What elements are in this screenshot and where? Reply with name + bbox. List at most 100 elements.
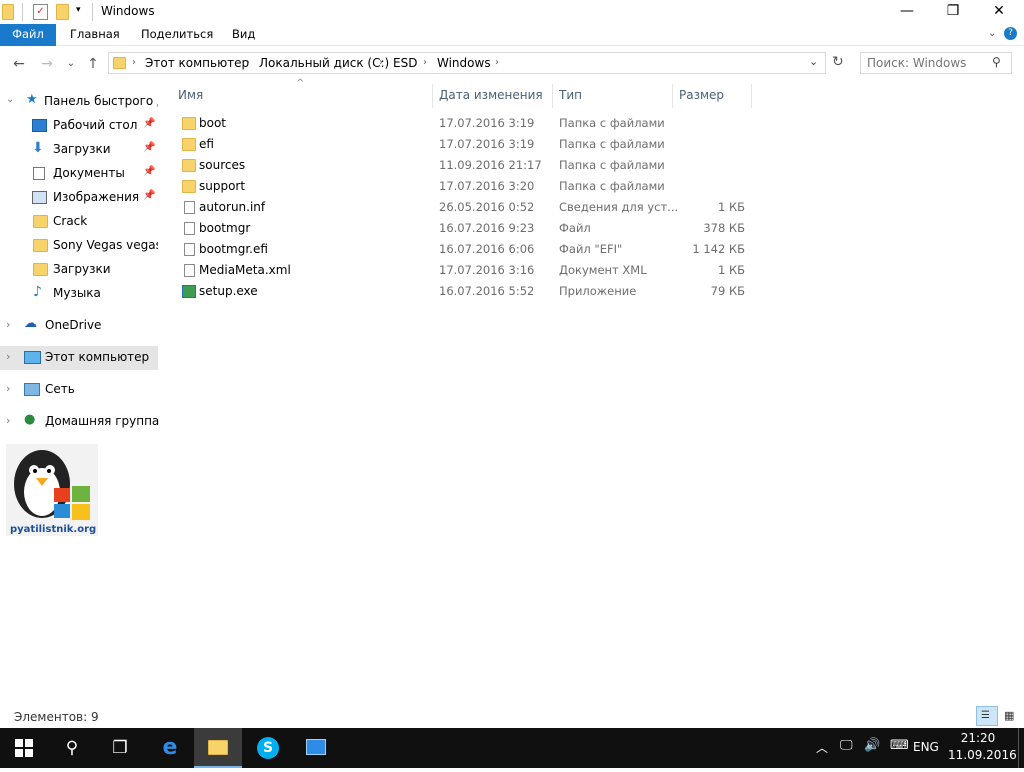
column-header-type[interactable]: Тип (553, 84, 673, 108)
recent-locations-icon[interactable]: ⌄ (62, 55, 80, 73)
customize-quick-access-icon[interactable]: ▾ (76, 5, 81, 15)
file-row[interactable]: boot 17.07.2016 3:19 Папка с файлами (176, 113, 756, 134)
breadcrumb-local-disk[interactable]: Локальный диск (C:) (259, 56, 389, 70)
large-icons-view-icon: ▦ (1004, 709, 1015, 722)
expand-arrow-icon[interactable]: › (6, 318, 10, 331)
file-name: boot (199, 116, 227, 130)
collapse-arrow-icon[interactable]: ⌄ (6, 94, 14, 105)
tab-home[interactable]: Главная (56, 24, 134, 46)
details-view-icon: ☰ (981, 710, 990, 721)
help-icon[interactable]: ? (1004, 27, 1017, 40)
folder-icon (182, 138, 196, 151)
column-header-size[interactable]: Размер (673, 84, 752, 108)
skype-button[interactable]: S (244, 728, 292, 768)
show-hidden-icons-icon[interactable]: ︿ (816, 739, 828, 756)
nav-item-documents[interactable]: Документы 📌 (0, 162, 158, 186)
keyboard-icon[interactable]: ⌨ (890, 738, 909, 753)
nav-item-crack[interactable]: Crack (0, 210, 158, 234)
file-type: Документ XML (559, 263, 647, 277)
task-view-icon: ❐ (112, 738, 128, 758)
breadcrumb-separator[interactable]: › (132, 57, 136, 68)
file-name: efi (199, 137, 214, 151)
start-button[interactable] (0, 728, 48, 768)
tab-file[interactable]: Файл (0, 24, 56, 46)
column-header-date[interactable]: Дата изменения (433, 84, 553, 108)
breadcrumb-separator[interactable]: › (423, 57, 427, 68)
file-row[interactable]: MediaMeta.xml 17.07.2016 3:16 Документ XML… (176, 260, 756, 281)
file-date: 26.05.2016 0:52 (439, 200, 535, 214)
properties-icon[interactable]: ✓ (33, 4, 48, 20)
file-type: Приложение (559, 284, 637, 298)
search-icon[interactable]: ⚲ (992, 55, 1001, 69)
address-history-icon[interactable]: ⌄ (809, 55, 818, 68)
maximize-button[interactable]: ❐ (930, 0, 976, 24)
expand-arrow-icon[interactable]: › (6, 350, 10, 363)
up-button[interactable]: ↑ (84, 55, 102, 73)
breadcrumb-esd[interactable]: ESD (393, 56, 417, 70)
app-icon (306, 739, 326, 755)
back-button[interactable]: ← (10, 55, 28, 73)
nav-item-music[interactable]: ♪ Музыка (0, 282, 158, 306)
search-button[interactable]: ⚲ (48, 728, 96, 768)
file-row[interactable]: support 17.07.2016 3:20 Папка с файлами (176, 176, 756, 197)
clock-date[interactable]: 11.09.2016 (948, 748, 1017, 762)
file-date: 16.07.2016 6:06 (439, 242, 535, 256)
new-folder-icon[interactable] (56, 4, 69, 20)
search-input[interactable] (867, 56, 987, 70)
file-row[interactable]: sources 11.09.2016 21:17 Папка с файлами (176, 155, 756, 176)
nav-label: Музыка (53, 286, 101, 300)
file-row[interactable]: setup.exe 16.07.2016 5:52 Приложение 79 КБ (176, 281, 756, 302)
expand-arrow-icon[interactable]: › (6, 382, 10, 395)
breadcrumb-windows[interactable]: Windows (437, 56, 491, 70)
tab-view[interactable]: Вид (218, 24, 269, 46)
search-box[interactable]: ⚲ (860, 52, 1012, 74)
notification-icon[interactable]: 🖵 (840, 738, 853, 753)
show-desktop-button[interactable] (1018, 728, 1024, 768)
nav-item-downloads-folder[interactable]: Загрузки (0, 258, 158, 282)
nav-item-pictures[interactable]: Изображения 📌 (0, 186, 158, 210)
file-explorer-button[interactable] (194, 728, 242, 768)
network-icon (24, 383, 40, 396)
file-row[interactable]: bootmgr 16.07.2016 9:23 Файл 378 КБ (176, 218, 756, 239)
desktop-icon (32, 119, 47, 132)
breadcrumb-this-pc[interactable]: Этот компьютер (145, 56, 249, 70)
tab-share[interactable]: Поделиться (127, 24, 227, 46)
pictures-icon (32, 191, 47, 204)
refresh-icon[interactable]: ↻ (832, 54, 844, 70)
nav-homegroup[interactable]: › ● Домашняя группа (0, 410, 159, 434)
nav-network[interactable]: › Сеть (0, 378, 158, 402)
edge-button[interactable]: e (146, 728, 194, 768)
watermark-text: pyatilistnik.org (10, 524, 96, 535)
file-type: Папка с файлами (559, 137, 665, 151)
breadcrumb-separator[interactable]: › (246, 57, 250, 68)
minimize-button[interactable]: — (884, 0, 930, 24)
expand-ribbon-icon[interactable]: ⌄ (988, 28, 996, 39)
app-button[interactable] (292, 728, 340, 768)
volume-icon[interactable]: 🔊 (864, 738, 880, 753)
nav-item-downloads[interactable]: ⬇ Загрузки 📌 (0, 138, 158, 162)
window-title: Windows (101, 4, 155, 18)
file-row[interactable]: bootmgr.efi 16.07.2016 6:06 Файл "EFI" 1 14… (176, 239, 756, 260)
file-date: 17.07.2016 3:16 (439, 263, 535, 277)
nav-onedrive[interactable]: › ☁ OneDrive (0, 314, 158, 338)
nav-item-sony-vegas[interactable]: Sony Vegas vegaspr (0, 234, 158, 258)
breadcrumb-separator[interactable]: › (495, 57, 499, 68)
forward-button[interactable]: → (38, 55, 56, 73)
clock-time[interactable]: 21:20 (952, 731, 1004, 745)
task-view-button[interactable]: ❐ (96, 728, 144, 768)
column-header-name[interactable]: Имя (172, 84, 433, 108)
file-row[interactable]: autorun.inf 26.05.2016 0:52 Сведения для у… (176, 197, 756, 218)
breadcrumb-separator[interactable]: › (379, 57, 383, 68)
close-button[interactable]: ✕ (976, 0, 1022, 24)
details-view-button[interactable]: ☰ (976, 706, 998, 726)
language-indicator[interactable]: ENG (913, 740, 939, 754)
nav-item-desktop[interactable]: Рабочий стол 📌 (0, 114, 158, 138)
title-bar: ✓ ▾ Windows — ❐ ✕ (0, 0, 1024, 24)
xml-file-icon (184, 264, 195, 277)
file-row[interactable]: efi 17.07.2016 3:19 Папка с файлами (176, 134, 756, 155)
large-icons-view-button[interactable]: ▦ (1001, 706, 1021, 726)
nav-this-pc[interactable]: › Этот компьютер (0, 346, 158, 370)
expand-arrow-icon[interactable]: › (6, 414, 10, 427)
nav-quick-access[interactable]: ⌄ ★ Панель быстрого до (0, 90, 158, 114)
address-bar[interactable]: › Этот компьютер › Локальный диск (C:) ›… (108, 52, 826, 74)
